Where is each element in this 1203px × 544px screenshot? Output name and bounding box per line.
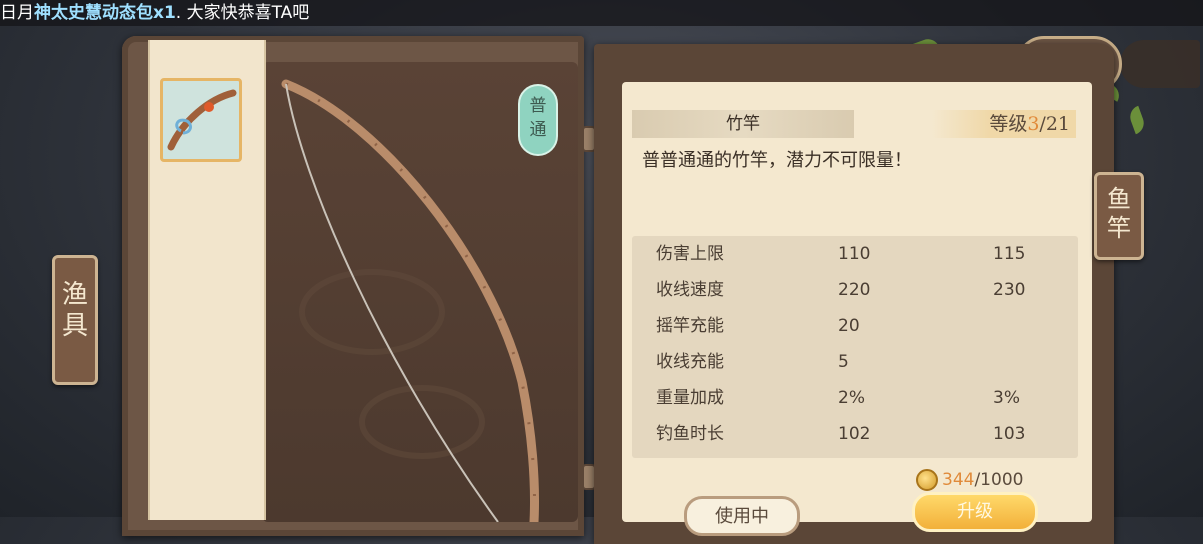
in-use-button[interactable]: 使用中 — [684, 496, 800, 536]
stat-row: 重量加成 2% 3% — [632, 380, 1078, 416]
coins-owned: 344 — [942, 470, 975, 490]
level-max: /21 — [1039, 113, 1070, 135]
fish-decoration-icon — [1120, 40, 1200, 88]
item-description: 普普通通的竹竿，潜力不可限量！ — [642, 150, 912, 171]
stat-current: 20 — [838, 316, 860, 336]
stat-row: 钓鱼时长 102 103 — [632, 416, 1078, 452]
upgrade-cost: 344/1000 — [916, 468, 1023, 492]
tab-fishing-gear-label: 渔具 — [62, 280, 89, 342]
coin-icon — [916, 469, 938, 491]
stat-name: 钓鱼时长 — [656, 424, 724, 444]
stat-row: 伤害上限 110 115 — [632, 236, 1078, 272]
fishing-rod-icon — [167, 89, 237, 151]
upgrade-label: 升级 — [957, 501, 993, 522]
leaf-decoration — [1126, 105, 1148, 135]
level-current: 3 — [1027, 113, 1040, 135]
coins-required: /1000 — [974, 470, 1024, 490]
rarity-label: 普通 — [529, 96, 547, 140]
stat-next: 230 — [993, 280, 1026, 300]
banner-prefix: 日月 — [0, 3, 34, 23]
tab-fishing-rod[interactable]: 鱼竿 — [1094, 172, 1144, 260]
rarity-badge: 普通 — [518, 84, 558, 156]
broadcast-banner: 日月神太史慧动态包x1. 大家快恭喜TA吧 — [0, 0, 1203, 26]
stat-current: 2% — [838, 388, 865, 408]
stat-current: 102 — [838, 424, 871, 444]
stat-next: 103 — [993, 424, 1026, 444]
item-name: 竹竿 — [726, 114, 760, 134]
stat-row: 摇竿充能 20 — [632, 308, 1078, 344]
banner-suffix: . 大家快恭喜TA吧 — [175, 3, 310, 23]
stat-name: 收线速度 — [656, 280, 724, 300]
item-slot-bamboo-rod[interactable] — [160, 78, 242, 162]
banner-highlight: 神太史慧动态包x1 — [34, 3, 176, 23]
stat-name: 收线充能 — [656, 352, 724, 372]
stat-row: 收线充能 5 — [632, 344, 1078, 380]
level-label: 等级 — [989, 113, 1028, 135]
stat-next: 3% — [993, 388, 1020, 408]
stat-next: 115 — [993, 244, 1026, 264]
tab-fishing-gear[interactable]: 渔具 — [52, 255, 98, 385]
item-name-banner: 竹竿 — [632, 110, 854, 138]
stat-current: 220 — [838, 280, 871, 300]
tab-fishing-rod-label: 鱼竿 — [1107, 185, 1131, 242]
stat-name: 重量加成 — [656, 388, 724, 408]
stat-row: 收线速度 220 230 — [632, 272, 1078, 308]
stat-name: 伤害上限 — [656, 244, 724, 264]
stat-current: 5 — [838, 352, 849, 372]
stat-name: 摇竿充能 — [656, 316, 724, 336]
level-indicator: 等级3/21 — [932, 110, 1076, 138]
upgrade-button[interactable]: 升级 — [912, 492, 1038, 532]
stat-current: 110 — [838, 244, 871, 264]
